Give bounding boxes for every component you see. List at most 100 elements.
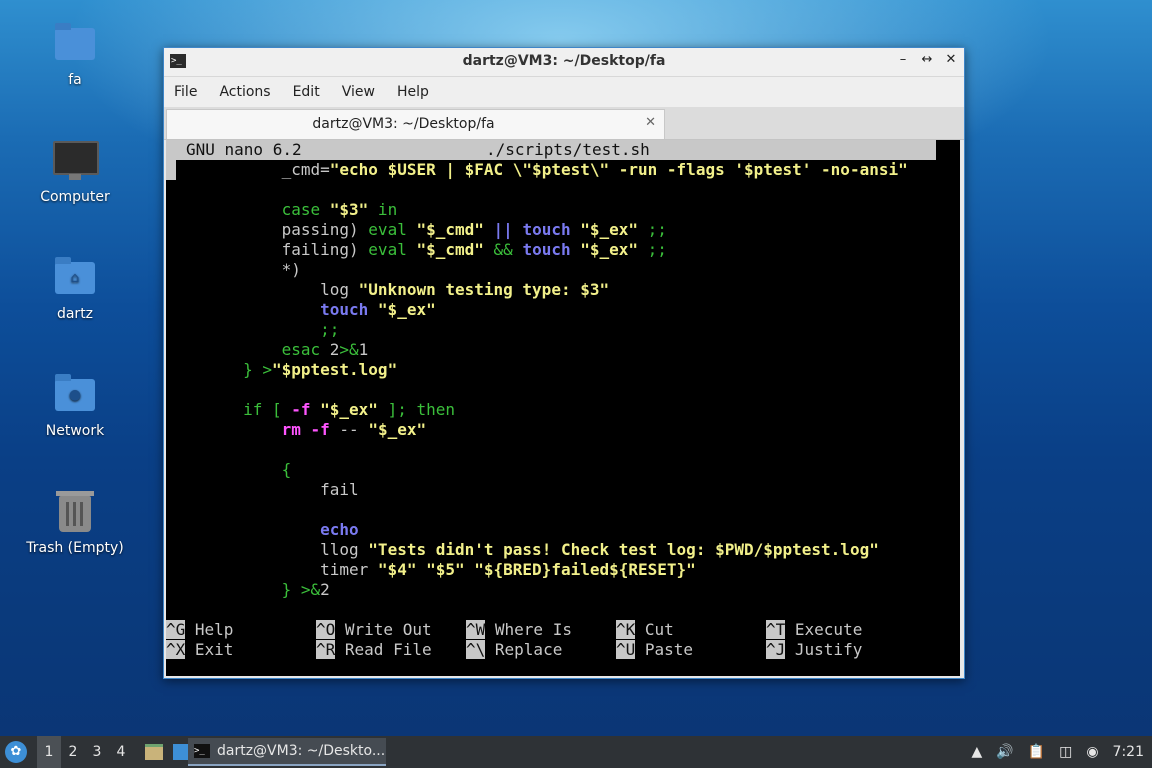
system-tray: ▲ 🔊 📋 ◫ ◉ 7:21	[971, 736, 1152, 768]
code-token: rm	[281, 420, 311, 439]
code-token: llog	[166, 540, 369, 559]
menu-file[interactable]: File	[174, 84, 197, 100]
window-title: dartz@VM3: ~/Desktop/fa	[462, 53, 666, 69]
shortcut-key: ^G	[166, 620, 186, 639]
shortcut-help[interactable]: ^G Help	[166, 620, 233, 640]
code-token: "Tests didn't pass! Check test log: $PWD…	[368, 540, 879, 559]
code-token: 2	[329, 340, 340, 359]
shortcut-label: Replace	[485, 640, 563, 659]
shortcut-read-file[interactable]: ^R Read File	[316, 640, 432, 660]
code-token: in	[368, 200, 398, 219]
code-line: passing) eval "$_cmd" || touch "$_ex" ;;	[166, 220, 667, 240]
workspace-1[interactable]: 1	[37, 736, 61, 768]
shortcut-replace[interactable]: ^\ Replace	[466, 640, 562, 660]
shortcut-label: Where Is	[485, 620, 572, 639]
taskbar: ✿ 1 2 3 4 >_ dartz@VM3: ~/Deskto... ▲ 🔊 …	[0, 736, 1152, 768]
code-token: touch	[320, 300, 378, 319]
code-token: &&	[483, 240, 523, 259]
maximize-button[interactable]: ↔	[920, 52, 934, 67]
start-menu-icon[interactable]: ✿	[5, 741, 27, 763]
code-line: _cmd="echo $USER | $FAC \"$ptest\" -run …	[166, 160, 908, 180]
code-token: echo	[320, 520, 359, 539]
code-token: _cmd=	[166, 160, 330, 179]
nano-version: GNU nano 6.2	[186, 140, 302, 159]
code-token: } >&	[166, 580, 321, 599]
shortcut-execute[interactable]: ^T Execute	[766, 620, 862, 640]
desktop-icon-network[interactable]: ● Network	[20, 373, 130, 439]
shortcut-exit[interactable]: ^X Exit	[166, 640, 233, 660]
desktop-icon-fa[interactable]: fa	[20, 22, 130, 88]
code-token: eval	[368, 220, 417, 239]
menu-actions[interactable]: Actions	[219, 84, 270, 100]
taskbar-terminal-button[interactable]: >_ dartz@VM3: ~/Deskto...	[188, 738, 386, 766]
shortcut-key: ^U	[616, 640, 636, 659]
window-titlebar[interactable]: >_ dartz@VM3: ~/Desktop/fa – ↔ ✕	[164, 48, 964, 77]
code-token: "$_ex"	[320, 400, 378, 419]
code-token: *)	[166, 260, 301, 279]
code-token: "$_cmd"	[416, 240, 484, 259]
menu-help[interactable]: Help	[397, 84, 429, 100]
shortcut-where-is[interactable]: ^W Where Is	[466, 620, 572, 640]
shortcut-label: Paste	[635, 640, 694, 659]
desktop-icon-label: fa	[68, 72, 82, 88]
update-icon[interactable]: ▲	[971, 744, 982, 760]
code-token: -f	[310, 420, 340, 439]
desktop-icon-trash[interactable]: Trash (Empty)	[20, 490, 130, 556]
code-token: } >	[166, 360, 272, 379]
notification-icon[interactable]: ◉	[1086, 744, 1098, 760]
shortcut-label: Execute	[785, 620, 863, 639]
code-token: "$4" "$5" "${BRED}failed${RESET}"	[377, 560, 696, 579]
close-button[interactable]: ✕	[944, 52, 958, 67]
clock[interactable]: 7:21	[1113, 744, 1144, 760]
desktop-icon-computer[interactable]: Computer	[20, 139, 130, 205]
code-token: timer	[166, 560, 378, 579]
code-token: if [	[166, 400, 292, 419]
menu-view[interactable]: View	[342, 84, 375, 100]
shortcut-label: Justify	[785, 640, 863, 659]
code-line: fail	[166, 480, 359, 500]
terminal-window: >_ dartz@VM3: ~/Desktop/fa – ↔ ✕ File Ac…	[163, 47, 965, 679]
shortcut-label: Exit	[185, 640, 234, 659]
code-token: passing)	[166, 220, 369, 239]
workspace-3[interactable]: 3	[85, 744, 109, 760]
code-token: -f	[291, 400, 321, 419]
workspace-2[interactable]: 2	[61, 744, 85, 760]
code-token: ||	[483, 220, 523, 239]
tab-close-icon[interactable]: ✕	[645, 115, 656, 130]
terminal-tab[interactable]: dartz@VM3: ~/Desktop/fa ✕	[166, 109, 665, 139]
code-token: {	[166, 460, 292, 479]
nano-filename: ./scripts/test.sh	[486, 140, 650, 159]
shortcut-write-out[interactable]: ^O Write Out	[316, 620, 432, 640]
code-token: "$pptest.log"	[271, 360, 398, 379]
folder-icon	[55, 23, 95, 60]
code-token: ]; then	[377, 400, 455, 419]
desktop-icon-label: Network	[45, 423, 105, 439]
code-line: case "$3" in	[166, 200, 398, 220]
minimize-button[interactable]: –	[896, 52, 910, 67]
code-token: case	[281, 200, 330, 219]
code-line: touch "$_ex"	[166, 300, 436, 320]
code-token: fail	[166, 480, 359, 499]
clipboard-icon[interactable]: 📋	[1028, 744, 1045, 760]
code-token: touch	[522, 220, 581, 239]
code-token: 2	[320, 580, 330, 599]
code-line: timer "$4" "$5" "${BRED}failed${RESET}"	[166, 560, 696, 580]
shortcut-cut[interactable]: ^K Cut	[616, 620, 674, 640]
volume-icon[interactable]: 🔊	[996, 744, 1013, 760]
code-token: "$_ex"	[580, 240, 639, 259]
shortcut-justify[interactable]: ^J Justify	[766, 640, 862, 660]
menu-edit[interactable]: Edit	[293, 84, 320, 100]
taskbar-app-label: dartz@VM3: ~/Deskto...	[217, 743, 386, 759]
network-status-icon[interactable]: ◫	[1059, 744, 1072, 760]
shortcut-label: Read File	[335, 640, 432, 659]
desktop-icon-dartz[interactable]: ⌂ dartz	[20, 256, 130, 322]
file-manager-launcher-icon[interactable]	[145, 744, 163, 760]
terminal-area[interactable]: GNU nano 6.2 ./scripts/test.sh _cmd="echo…	[166, 140, 960, 676]
shortcut-key: ^W	[466, 620, 486, 639]
code-token: "$3"	[329, 200, 369, 219]
workspace-4[interactable]: 4	[109, 744, 133, 760]
shortcut-label: Cut	[635, 620, 674, 639]
shortcut-paste[interactable]: ^U Paste	[616, 640, 693, 660]
code-line: echo	[166, 520, 359, 540]
